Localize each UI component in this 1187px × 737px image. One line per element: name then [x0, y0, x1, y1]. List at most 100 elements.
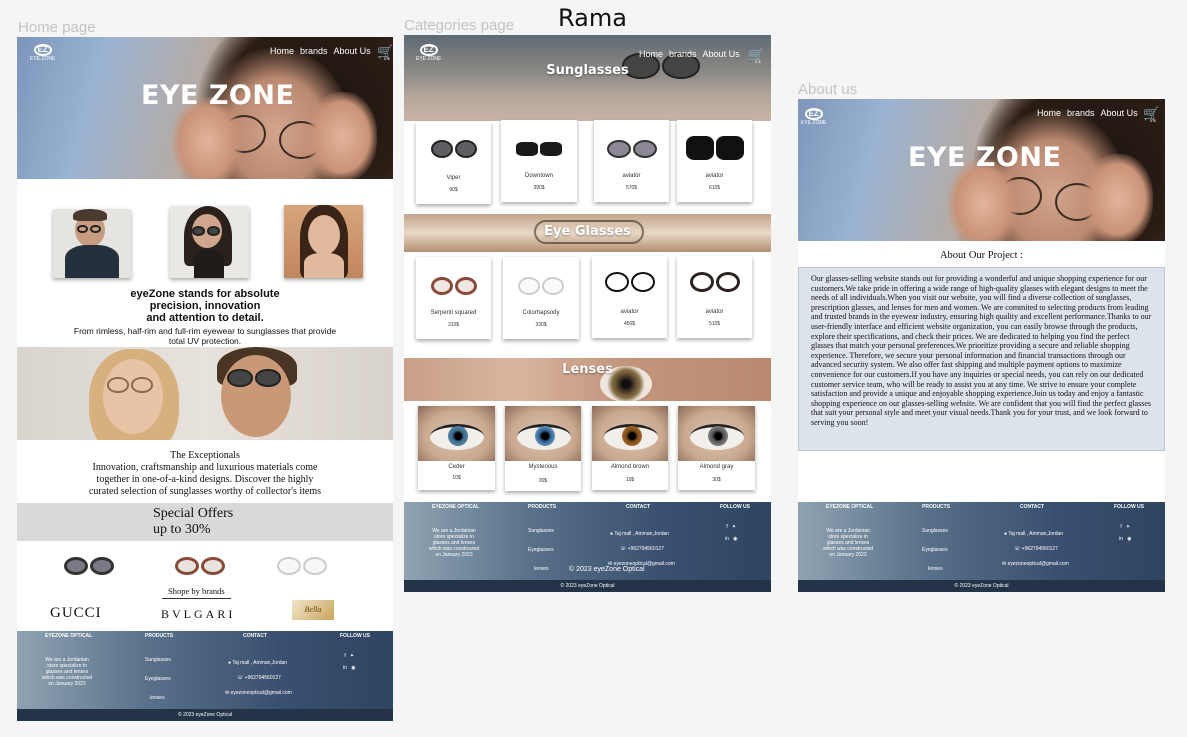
logo[interactable]: EZ EYE ZONE: [30, 44, 55, 63]
offer-glasses-1[interactable]: [64, 557, 114, 575]
footer-product-lenses[interactable]: lenses: [928, 566, 942, 572]
product-image: [516, 142, 562, 156]
logo-text: EYE ZONE: [801, 120, 827, 126]
nav-home-link[interactable]: Home: [639, 49, 663, 59]
footer-copyright: © 2023 eyeZone Optical: [404, 580, 771, 592]
linkedin-icon[interactable]: in: [725, 536, 729, 542]
product-name: Almond brown: [610, 464, 650, 470]
footer-product-sunglasses[interactable]: Sunglasses: [922, 528, 948, 534]
about-body: Our glasses-selling website stands out f…: [798, 267, 1165, 451]
categories-page-frame: EZ EYE ZONE Home brands About Us 🛒 0 $ Sun…: [404, 35, 771, 592]
product-image: [678, 406, 755, 461]
footer-product-sunglasses[interactable]: Sunglasses: [528, 528, 554, 534]
headline-line-2: precision, innovation: [149, 300, 261, 312]
footer-col1-title: EYEZONE OPTICAL: [432, 504, 480, 510]
footer-phone: ☏ +962794560127: [237, 675, 281, 681]
product-card[interactable]: Ceder 10$: [418, 406, 495, 490]
footer-email-text: eyezoneoptical@gmail.com: [230, 690, 292, 696]
footer-product-eyeglasses[interactable]: Eyeglasses: [528, 547, 554, 553]
footer-email[interactable]: ✉ eyezoneoptical@gmail.com: [1002, 561, 1069, 567]
instagram-icon[interactable]: ◉: [351, 665, 355, 671]
footer-product-lenses[interactable]: lenses: [150, 695, 164, 701]
footer-email[interactable]: ✉ eyezoneoptical@gmail.com: [225, 690, 292, 696]
twitter-icon[interactable]: ✦: [732, 524, 736, 530]
footer-col3-title: CONTACT: [626, 504, 651, 510]
cart-icon[interactable]: 🛒 0 $: [748, 47, 764, 64]
product-image: [592, 406, 668, 461]
brand-gucci[interactable]: GUCCI: [50, 605, 102, 622]
facebook-icon[interactable]: f: [1120, 524, 1121, 530]
facebook-icon[interactable]: f: [726, 524, 727, 530]
footer-product-lenses[interactable]: lenses: [534, 566, 548, 572]
footer-product-eyeglasses[interactable]: Eyeglasses: [922, 547, 948, 553]
cart-count: 0 $: [384, 56, 390, 61]
footer-col4-title: FOLLOW US: [340, 633, 370, 639]
subtext-line-2: total UV protection.: [168, 336, 242, 346]
product-card[interactable]: Almond gray 30$: [678, 406, 755, 490]
footer-phone-text: +962794560127: [244, 675, 281, 681]
brand-bvlgari[interactable]: BVLGARI: [161, 607, 235, 622]
exceptionals-line-2: together in one-of-a-kind designs. Disco…: [96, 474, 314, 485]
categories-footer: EYEZONE OPTICAL We are a Jordanian store…: [404, 502, 771, 592]
footer-about-text: We are a Jordanian store specialize in g…: [428, 528, 480, 558]
product-card[interactable]: Downtown 390$: [501, 120, 577, 202]
home-footer: EYEZONE OPTICAL We are a Jordanian store…: [17, 631, 393, 721]
linkedin-icon[interactable]: in: [343, 665, 347, 671]
footer-col3-title: CONTACT: [243, 633, 268, 639]
nav-about-link[interactable]: About Us: [703, 49, 740, 59]
categories-nav: Home brands About Us: [639, 49, 740, 59]
instagram-icon[interactable]: ◉: [1127, 536, 1131, 542]
linkedin-icon[interactable]: in: [1119, 536, 1123, 542]
product-card[interactable]: Viper 90$: [416, 122, 491, 204]
footer-product-eyeglasses[interactable]: Eyeglasses: [145, 676, 171, 682]
nav-home-link[interactable]: Home: [270, 46, 294, 56]
brand-bella[interactable]: Bella: [292, 600, 334, 620]
product-image: [430, 277, 477, 295]
product-price: 390$: [533, 185, 545, 191]
headline-line-3: and attention to detail.: [146, 312, 264, 324]
product-card[interactable]: aviator 610$: [677, 120, 752, 202]
instagram-icon[interactable]: ◉: [733, 536, 737, 542]
footer-col4-title: FOLLOW US: [1114, 504, 1144, 510]
nav-about-link[interactable]: About Us: [334, 46, 371, 56]
nav-brands-link[interactable]: brands: [1067, 108, 1095, 118]
nav-home-link[interactable]: Home: [1037, 108, 1061, 118]
product-image: [689, 272, 740, 292]
about-logo[interactable]: EZ EYE ZONE: [801, 108, 826, 127]
logo-mark-icon: EZ: [33, 44, 52, 56]
facebook-icon[interactable]: f: [344, 653, 345, 659]
cart-count: 0 $: [1150, 118, 1156, 123]
product-photo-woman-sunglasses: [170, 206, 249, 278]
cart-icon[interactable]: 🛒 0 $: [1143, 106, 1159, 123]
offer-glasses-2[interactable]: [175, 557, 225, 575]
categories-page-label: Categories page: [404, 17, 515, 34]
footer-col2-title: PRODUCTS: [922, 504, 951, 510]
product-card[interactable]: aviator 450$: [592, 256, 667, 338]
product-card[interactable]: Mysterious 30$: [505, 406, 581, 491]
logo-mark-icon: EZ: [804, 108, 823, 120]
phone-icon: ☏: [1014, 546, 1022, 552]
offer-glasses-3[interactable]: [277, 557, 327, 575]
product-card[interactable]: Serpenti squared 310$: [416, 257, 491, 339]
categories-logo[interactable]: EZ EYE ZONE: [416, 44, 441, 63]
nav-brands-link[interactable]: brands: [669, 49, 697, 59]
phone-icon: ☏: [237, 675, 245, 681]
product-card[interactable]: aviator 510$: [677, 256, 752, 338]
cart-icon[interactable]: 🛒 0 $: [377, 44, 393, 61]
product-card[interactable]: aviator 570$: [594, 120, 669, 202]
shop-by-brands-heading: Shope by brands: [162, 586, 231, 599]
product-card[interactable]: Almond brown 10$: [592, 406, 668, 490]
twitter-icon[interactable]: ✦: [1126, 524, 1130, 530]
product-card[interactable]: Colorhapsody 330$: [503, 257, 579, 339]
footer-col1-title: EYEZONE OPTICAL: [826, 504, 874, 510]
headline-line-1: eyeZone stands for absolute: [130, 288, 280, 300]
footer-product-sunglasses[interactable]: Sunglasses: [145, 657, 171, 663]
footer-copyright-inline: © 2023 eyeZone Optical: [569, 566, 645, 573]
home-hero: EZ EYE ZONE Home brands About Us 🛒 0 $ EYE…: [17, 37, 393, 179]
nav-brands-link[interactable]: brands: [300, 46, 328, 56]
footer-address: ● Taj mall , Amman,Jordan: [228, 660, 287, 666]
nav-about-link[interactable]: About Us: [1101, 108, 1138, 118]
home-nav: Home brands About Us: [270, 46, 371, 56]
twitter-icon[interactable]: ✦: [350, 653, 354, 659]
product-name: aviator: [705, 173, 724, 179]
